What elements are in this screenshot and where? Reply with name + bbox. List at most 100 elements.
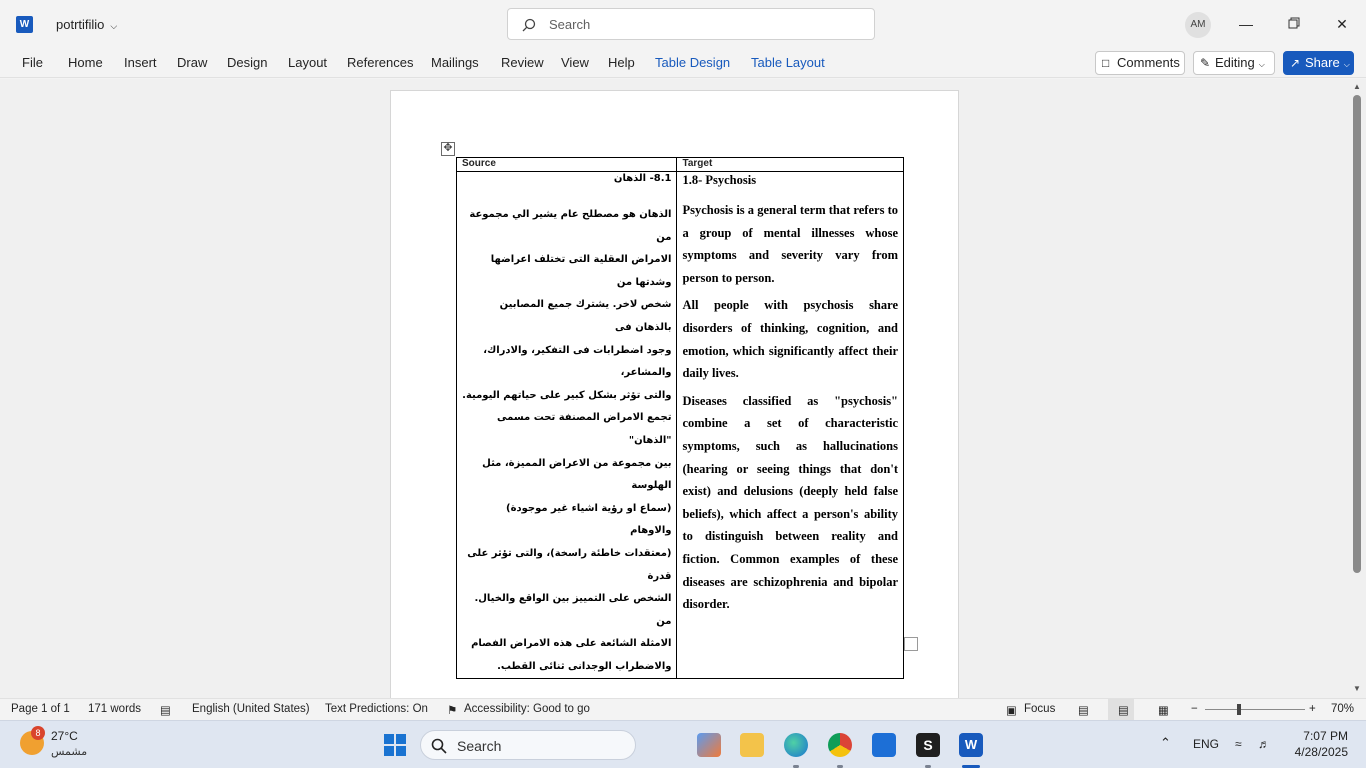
search-box[interactable]: Search [507,8,875,40]
sublime-app-icon[interactable]: S [916,733,940,757]
share-icon: ↗ [1290,56,1301,70]
system-clock[interactable]: 7:07 PM 4/28/2025 [1290,728,1348,760]
editing-mode-button[interactable]: ✎ Editing ⌵ [1193,51,1275,75]
page-count[interactable]: Page 1 of 1 [11,703,70,715]
scroll-down-arrow-icon[interactable]: ▼ [1353,684,1361,693]
source-line: الامراض العقلية التى تختلف اعراضها وشدته… [490,254,672,288]
source-line: تجمع الامراض المصنفة تحت مسمى "الذهان" [497,412,672,446]
chrome-browser-icon[interactable] [828,733,852,757]
minimize-button[interactable]: — [1236,14,1256,34]
chevron-down-icon: ⌵ [110,21,118,31]
table-header-target[interactable]: Target [676,157,904,172]
weather-temperature[interactable]: 27°C [51,729,78,743]
accessibility-status[interactable]: Accessibility: Good to go [464,703,590,715]
word-app-icon: W [16,16,33,33]
source-line: شخص لاخر. يشترك جميع المصابين بالذهان فى [499,299,672,333]
source-line: والتى تؤثر بشكل كبير على حياتهم اليومية. [462,389,672,401]
source-line: (معتقدات خاطئة راسخة)، والتى تؤثر على قد… [467,547,672,582]
language-status[interactable]: English (United States) [192,703,310,715]
weather-condition[interactable]: مشمس [51,745,87,758]
source-line: بين مجموعة من الاعراض المميزة، مثل الهلو… [482,457,672,492]
zoom-level[interactable]: 70% [1331,703,1354,715]
search-placeholder: Search [549,17,591,32]
taskbar-search[interactable]: Search [420,730,636,760]
input-language[interactable]: ENG [1193,737,1219,751]
tab-review[interactable]: Review [501,55,544,70]
chevron-up-icon[interactable]: ⌃ [1160,735,1171,751]
word-taskbar-icon[interactable]: W [959,733,983,757]
tab-table-design[interactable]: Table Design [655,55,730,70]
start-button[interactable] [384,734,406,756]
tab-draw[interactable]: Draw [177,55,207,70]
clock-time: 7:07 PM [1303,729,1348,743]
search-icon [431,738,447,754]
copilot-icon[interactable] [697,733,721,757]
source-line: الامثلة الشائعة على هذه الامراض الفصام [471,638,672,650]
user-avatar[interactable]: AM [1185,12,1211,38]
print-layout-icon[interactable]: ▤ [1118,703,1129,717]
ribbon-tabs: File Home Insert Draw Design Layout Refe… [0,48,1366,78]
taskbar-search-label: Search [457,738,502,754]
source-line: الشخص على التمييز بين الواقع والخيال. من [474,593,672,627]
focus-icon: ▣ [1006,705,1017,717]
source-line: (سماع او رؤية اشياء غير موجودة) والاوهام [506,502,672,537]
read-mode-icon[interactable]: ▤ [1078,703,1089,717]
text-predictions-status[interactable]: Text Predictions: On [325,703,428,715]
source-line: والاضطراب الوجدانى ثنائى القطب. [497,660,672,672]
zoom-out-icon[interactable]: − [1191,703,1198,715]
chevron-down-icon: ⌵ [1343,60,1350,69]
zoom-slider-knob[interactable] [1237,704,1241,715]
target-cell[interactable]: 1.8- Psychosis Psychosis is a general te… [676,170,904,680]
tab-references[interactable]: References [347,55,413,70]
table-resize-handle[interactable] [904,637,918,651]
target-heading: 1.8- Psychosis [682,173,757,187]
restore-icon [1288,17,1300,29]
clock-date: 4/28/2025 [1294,745,1348,759]
comments-button[interactable]: □ Comments [1095,51,1185,75]
tab-home[interactable]: Home [68,55,103,70]
document-title: potrtifilio [56,17,105,32]
zoom-slider[interactable] [1205,709,1305,710]
proofing-book-icon[interactable]: ▤ [160,703,171,717]
tab-layout[interactable]: Layout [288,55,327,70]
focus-button[interactable]: Focus [1024,703,1055,715]
web-layout-icon[interactable]: ▦ [1158,703,1169,717]
tab-mailings[interactable]: Mailings [431,55,479,70]
scroll-up-arrow-icon[interactable]: ▲ [1353,82,1361,91]
restore-button[interactable] [1284,14,1304,34]
file-explorer-icon[interactable] [740,733,764,757]
search-icon [522,18,536,32]
tab-insert[interactable]: Insert [124,55,157,70]
source-heading: 8.1- الذهان [613,173,672,184]
weather-badge: 8 [31,726,45,740]
target-paragraph: Psychosis is a general term that refers … [682,203,898,285]
edge-browser-icon[interactable] [784,733,808,757]
source-cell[interactable]: 8.1- الذهان الذهان هو مصطلح عام يشير الي… [455,170,678,680]
source-body: الذهان هو مصطلح عام يشير الي مجموعة من ا… [462,204,671,678]
zoom-in-icon[interactable]: + [1309,703,1316,715]
microsoft-store-icon[interactable] [872,733,896,757]
translation-table[interactable]: Source Target 8.1- الذهان الذهان هو مصطل… [455,157,904,680]
windows-taskbar: 8 27°C مشمس Search S W ⌃ ENG ≈ ♬ 7:07 PM… [0,720,1366,768]
tab-design[interactable]: Design [227,55,267,70]
share-button[interactable]: ↗ Share ⌵ [1283,51,1354,75]
target-paragraph: All people with psychosis share disorder… [682,298,898,381]
tab-file[interactable]: File [22,55,43,70]
close-button[interactable]: ✕ [1332,14,1352,34]
table-header-source[interactable]: Source [455,157,678,172]
volume-icon[interactable]: ♬ [1258,737,1270,751]
tab-view[interactable]: View [561,55,589,70]
wifi-icon[interactable]: ≈ [1235,737,1242,751]
pencil-icon: ✎ [1200,56,1211,70]
vertical-scrollbar[interactable]: ▲ ▼ [1350,79,1366,698]
chevron-down-icon: ⌵ [1258,60,1265,69]
tab-table-layout[interactable]: Table Layout [751,55,825,70]
comment-icon: □ [1102,56,1110,70]
document-title-button[interactable]: potrtifilio ⌵ [56,17,117,32]
scrollbar-thumb[interactable] [1353,95,1361,573]
word-count[interactable]: 171 words [88,703,141,715]
source-line: الذهان هو مصطلح عام يشير الي مجموعة من [469,209,672,243]
table-move-handle-icon[interactable]: ✥ [441,142,455,156]
tab-help[interactable]: Help [608,55,635,70]
status-bar: Page 1 of 1 171 words ▤ English (United … [0,698,1366,721]
